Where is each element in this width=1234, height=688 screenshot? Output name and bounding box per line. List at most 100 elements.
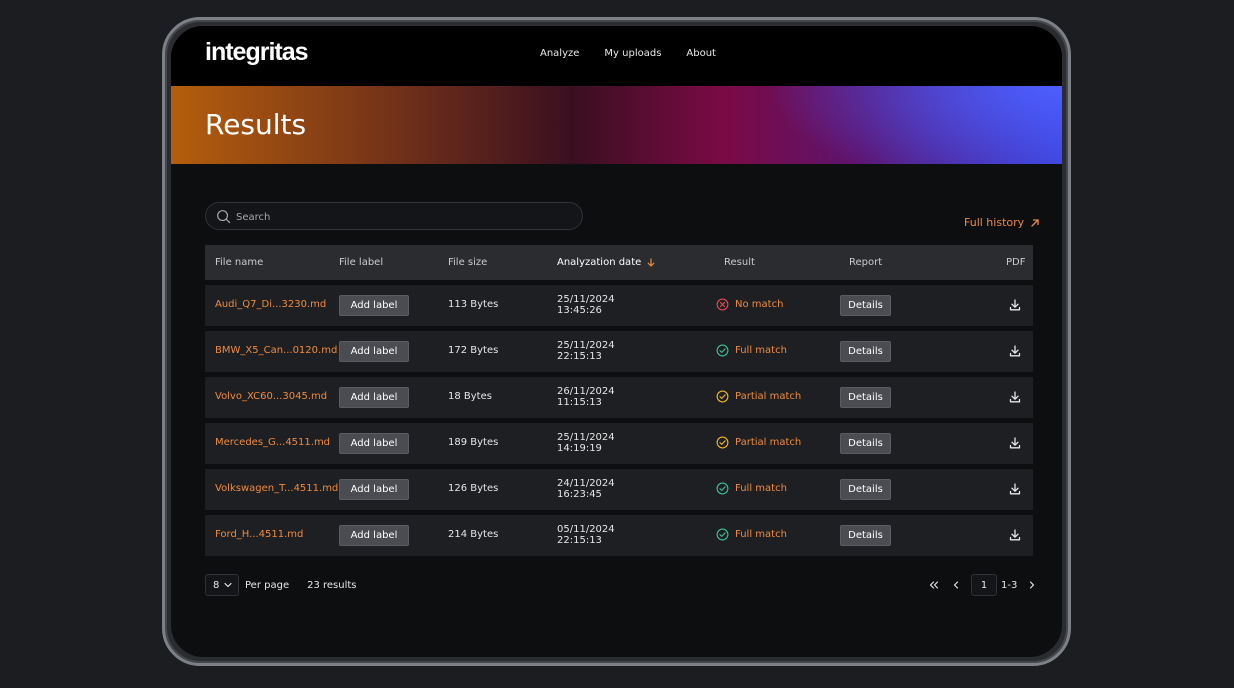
analyzation-date: 25/11/2024 22:15:13 bbox=[557, 340, 615, 362]
first-page-button[interactable] bbox=[923, 574, 945, 596]
result-label: Full match bbox=[735, 483, 787, 494]
col-file-label[interactable]: File label bbox=[339, 257, 383, 268]
time-value: 13:45:26 bbox=[557, 305, 602, 316]
date-value: 25/11/2024 bbox=[557, 294, 615, 305]
date-value: 05/11/2024 bbox=[557, 524, 615, 535]
file-name-link[interactable]: Ford_H...4511.md bbox=[215, 529, 303, 540]
details-button[interactable]: Details bbox=[840, 295, 891, 316]
result-status: Full match bbox=[716, 528, 787, 541]
date-value: 26/11/2024 bbox=[557, 386, 615, 397]
page-banner: Results bbox=[171, 86, 1062, 164]
result-label: Full match bbox=[735, 345, 787, 356]
download-icon[interactable] bbox=[1008, 298, 1022, 312]
download-icon[interactable] bbox=[1008, 436, 1022, 450]
nav-about[interactable]: About bbox=[686, 48, 716, 59]
search-icon bbox=[217, 210, 231, 224]
col-analyzation-date-label: Analyzation date bbox=[557, 257, 642, 268]
table-row: BMW_X5_Can...0120.md Add label 172 Bytes 25… bbox=[205, 331, 1033, 372]
results-table: File name File label File size Analyzati… bbox=[205, 245, 1033, 556]
file-size: 172 Bytes bbox=[448, 345, 499, 356]
file-name-link[interactable]: Volkswagen_T...4511.md bbox=[215, 483, 338, 494]
time-value: 22:15:13 bbox=[557, 351, 602, 362]
full-history-link[interactable]: Full history bbox=[964, 216, 1040, 229]
per-page-label: Per page bbox=[245, 579, 290, 591]
nav-analyze[interactable]: Analyze bbox=[540, 48, 579, 59]
download-icon[interactable] bbox=[1008, 482, 1022, 496]
col-file-size[interactable]: File size bbox=[448, 257, 487, 268]
x-circle-icon bbox=[716, 298, 729, 311]
next-page-button[interactable] bbox=[1021, 574, 1043, 596]
analyzation-date: 24/11/2024 16:23:45 bbox=[557, 478, 615, 500]
add-label-button[interactable]: Add label bbox=[339, 433, 409, 454]
col-file-name[interactable]: File name bbox=[215, 257, 263, 268]
add-label-button[interactable]: Add label bbox=[339, 387, 409, 408]
result-label: Full match bbox=[735, 529, 787, 540]
time-value: 14:19:19 bbox=[557, 443, 602, 454]
result-label: Partial match bbox=[735, 437, 802, 448]
result-status: Partial match bbox=[716, 390, 801, 403]
result-status: Partial match bbox=[716, 436, 801, 449]
chevrons-left-icon bbox=[929, 581, 939, 589]
date-value: 25/11/2024 bbox=[557, 432, 615, 443]
date-value: 25/11/2024 bbox=[557, 340, 615, 351]
check-circle-icon bbox=[716, 482, 729, 495]
current-page[interactable]: 1 bbox=[971, 574, 997, 596]
file-size: 18 Bytes bbox=[448, 391, 492, 402]
file-name-link[interactable]: Mercedes_G...4511.md bbox=[215, 437, 330, 448]
time-value: 11:15:13 bbox=[557, 397, 602, 408]
details-button[interactable]: Details bbox=[840, 341, 891, 362]
analyzation-date: 05/11/2024 22:15:13 bbox=[557, 524, 615, 546]
details-button[interactable]: Details bbox=[840, 433, 891, 454]
table-row: Audi_Q7_Di...3230.md Add label 113 Bytes 25… bbox=[205, 285, 1033, 326]
col-analyzation-date[interactable]: Analyzation date bbox=[557, 257, 655, 268]
top-navigation: integritas Analyze My uploads About bbox=[171, 26, 1062, 86]
col-pdf[interactable]: PDF bbox=[1006, 257, 1025, 268]
add-label-button[interactable]: Add label bbox=[339, 525, 409, 546]
download-icon[interactable] bbox=[1008, 390, 1022, 404]
details-button[interactable]: Details bbox=[840, 525, 891, 546]
page-range: 1-3 bbox=[1001, 579, 1018, 591]
pagination: 1 1-3 bbox=[923, 574, 1043, 596]
page-title: Results bbox=[205, 108, 307, 141]
add-label-button[interactable]: Add label bbox=[339, 341, 409, 362]
sort-desc-arrow-icon bbox=[647, 258, 655, 267]
result-status: Full match bbox=[716, 482, 787, 495]
nav-my-uploads[interactable]: My uploads bbox=[604, 48, 661, 59]
table-header: File name File label File size Analyzati… bbox=[205, 245, 1033, 280]
search-input[interactable] bbox=[236, 207, 566, 227]
add-label-button[interactable]: Add label bbox=[339, 295, 409, 316]
prev-page-button[interactable] bbox=[945, 574, 967, 596]
check-circle-icon bbox=[716, 344, 729, 357]
search-box[interactable] bbox=[205, 202, 583, 230]
date-value: 24/11/2024 bbox=[557, 478, 615, 489]
file-name-link[interactable]: Audi_Q7_Di...3230.md bbox=[215, 299, 326, 310]
time-value: 22:15:13 bbox=[557, 535, 602, 546]
col-result[interactable]: Result bbox=[724, 257, 755, 268]
main-nav: Analyze My uploads About bbox=[540, 48, 716, 59]
table-row: Volkswagen_T...4511.md Add label 126 Bytes… bbox=[205, 469, 1033, 510]
file-size: 126 Bytes bbox=[448, 483, 499, 494]
chevron-down-icon bbox=[224, 582, 232, 588]
arrow-up-right-icon bbox=[1031, 218, 1039, 227]
file-size: 113 Bytes bbox=[448, 299, 499, 310]
details-button[interactable]: Details bbox=[840, 479, 891, 500]
results-count: 23 results bbox=[307, 579, 357, 591]
file-size: 189 Bytes bbox=[448, 437, 499, 448]
file-name-link[interactable]: Volvo_XC60...3045.md bbox=[215, 391, 327, 402]
file-name-link[interactable]: BMW_X5_Can...0120.md bbox=[215, 345, 337, 356]
add-label-button[interactable]: Add label bbox=[339, 479, 409, 500]
per-page-select[interactable]: 8 bbox=[205, 574, 239, 596]
col-report[interactable]: Report bbox=[849, 257, 882, 268]
per-page-value: 8 bbox=[213, 579, 220, 591]
logo[interactable]: integritas bbox=[205, 38, 309, 67]
download-icon[interactable] bbox=[1008, 344, 1022, 358]
table-body: Audi_Q7_Di...3230.md Add label 113 Bytes 25… bbox=[205, 285, 1033, 556]
full-history-label: Full history bbox=[964, 216, 1025, 229]
analyzation-date: 26/11/2024 11:15:13 bbox=[557, 386, 615, 408]
check-circle-icon bbox=[716, 436, 729, 449]
per-page-control: 8 Per page 23 results bbox=[205, 574, 357, 596]
download-icon[interactable] bbox=[1008, 528, 1022, 542]
table-row: Ford_H...4511.md Add label 214 Bytes 05/11/… bbox=[205, 515, 1033, 556]
details-button[interactable]: Details bbox=[840, 387, 891, 408]
check-circle-icon bbox=[716, 390, 729, 403]
